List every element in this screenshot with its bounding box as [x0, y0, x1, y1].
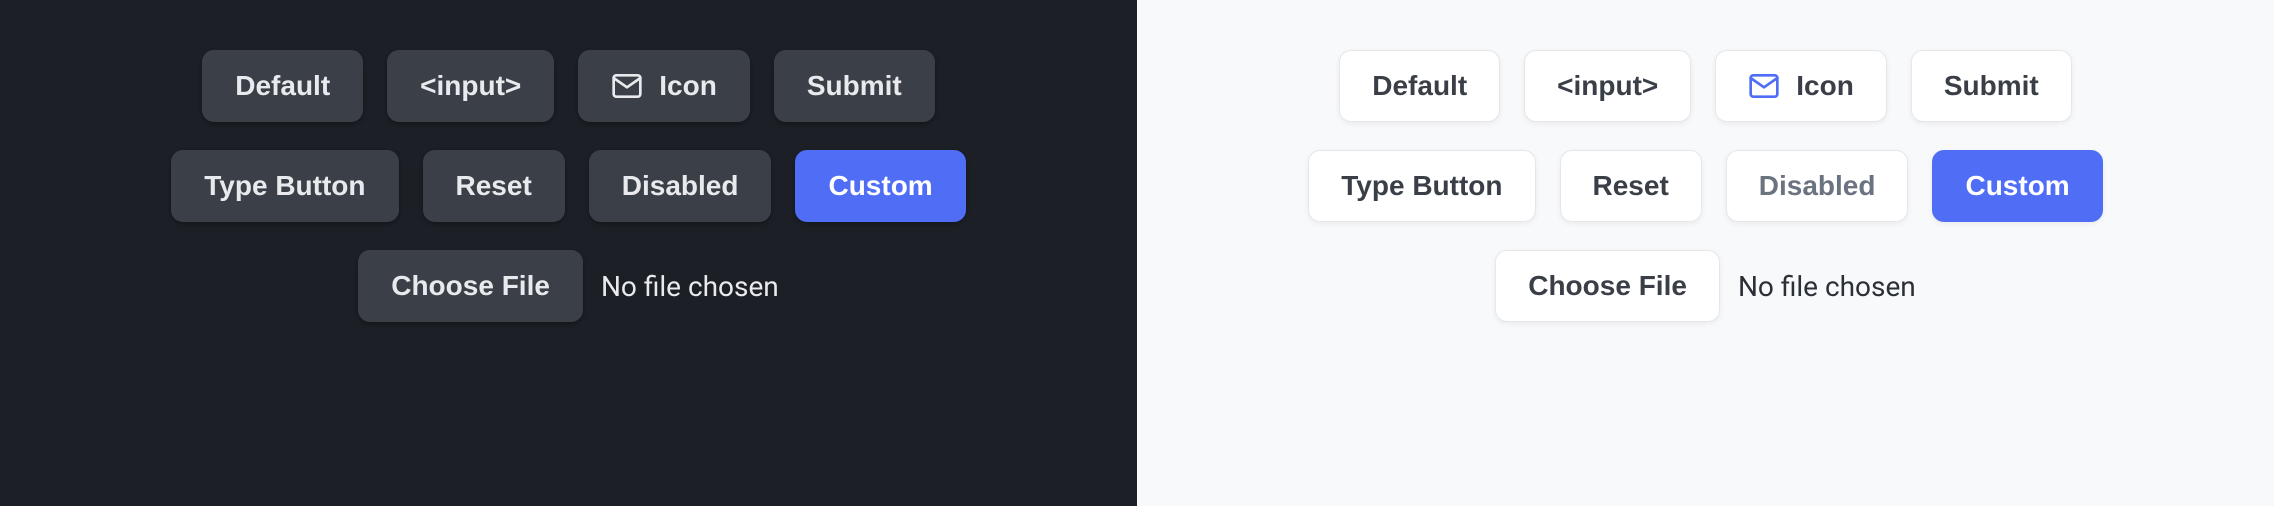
light-row-2: Type Button Reset Disabled Custom: [1308, 150, 2102, 222]
custom-button[interactable]: Custom: [1932, 150, 2102, 222]
icon-button-label: Icon: [1796, 70, 1854, 102]
file-status-text: No file chosen: [601, 270, 779, 303]
choose-file-button[interactable]: Choose File: [1495, 250, 1720, 322]
type-button[interactable]: Type Button: [1308, 150, 1535, 222]
reset-button[interactable]: Reset: [1560, 150, 1702, 222]
dark-file-row: Choose File No file chosen: [358, 250, 779, 322]
default-button[interactable]: Default: [1339, 50, 1500, 122]
disabled-button: Disabled: [1726, 150, 1909, 222]
input-button[interactable]: <input>: [1524, 50, 1691, 122]
file-status-text: No file chosen: [1738, 270, 1916, 303]
custom-button[interactable]: Custom: [795, 150, 965, 222]
light-row-1: Default <input> Icon Submit: [1339, 50, 2071, 122]
choose-file-button[interactable]: Choose File: [358, 250, 583, 322]
icon-button-label: Icon: [659, 70, 717, 102]
dark-row-2: Type Button Reset Disabled Custom: [171, 150, 965, 222]
light-file-row: Choose File No file chosen: [1495, 250, 1916, 322]
reset-button[interactable]: Reset: [423, 150, 565, 222]
dark-row-1: Default <input> Icon Submit: [202, 50, 934, 122]
mail-icon: [611, 70, 643, 102]
submit-button[interactable]: Submit: [774, 50, 935, 122]
disabled-button: Disabled: [589, 150, 772, 222]
light-panel: Default <input> Icon Submit Type Button …: [1137, 0, 2274, 506]
mail-icon: [1748, 70, 1780, 102]
icon-button[interactable]: Icon: [1715, 50, 1887, 122]
input-button[interactable]: <input>: [387, 50, 554, 122]
type-button[interactable]: Type Button: [171, 150, 398, 222]
default-button[interactable]: Default: [202, 50, 363, 122]
icon-button[interactable]: Icon: [578, 50, 750, 122]
dark-panel: Default <input> Icon Submit Type Button …: [0, 0, 1137, 506]
submit-button[interactable]: Submit: [1911, 50, 2072, 122]
